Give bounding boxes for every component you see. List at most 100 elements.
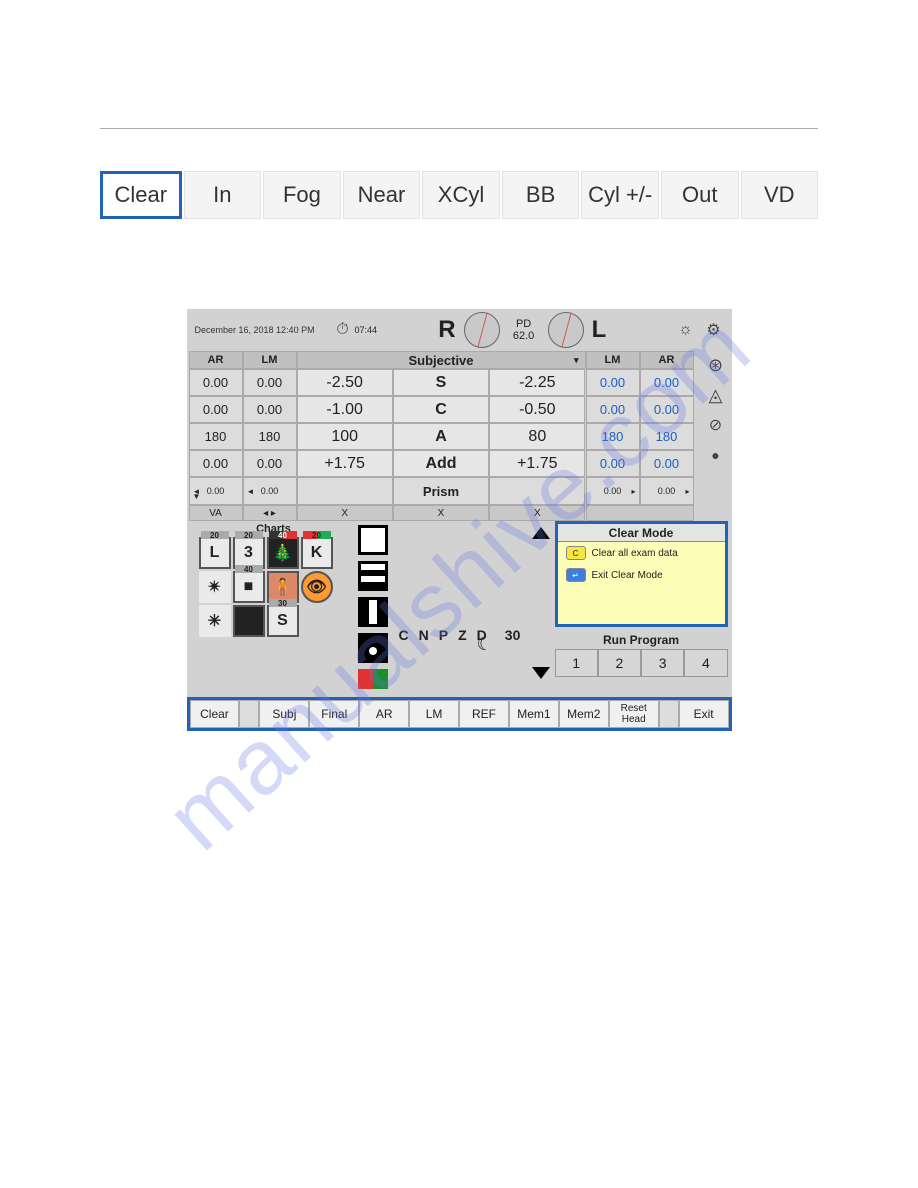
va-x3[interactable]: X [489,505,585,521]
right-prism-1[interactable]: 0.00▸ [586,477,640,505]
bottom-exit[interactable]: Exit [679,700,729,728]
chart-chip-dots2[interactable]: ✳ [199,605,231,637]
right-a-ar[interactable]: 180 [640,423,694,450]
left-add-lm[interactable]: 0.00 [243,450,297,477]
col-header-ar-right[interactable]: AR [640,351,694,369]
target-square[interactable] [358,525,388,555]
moon-icon[interactable]: ☾ [477,634,493,655]
chart-chip-40[interactable]: 40■ [233,571,265,603]
left-a-ar[interactable]: 180 [189,423,243,450]
clock-icon: ⏱ [333,320,353,340]
right-s-lm[interactable]: 0.00 [586,369,640,396]
left-c-ar[interactable]: 0.00 [189,396,243,423]
subj-l-c[interactable]: -0.50 [489,396,585,423]
va-x1[interactable]: X [297,505,393,521]
subj-l-s[interactable]: -2.25 [489,369,585,396]
tab-vd[interactable]: VD [741,171,819,219]
chart-letter-p: P [439,627,448,643]
right-add-ar[interactable]: 0.00 [640,450,694,477]
bottom-mem1[interactable]: Mem1 [509,700,559,728]
bottom-mem2[interactable]: Mem2 [559,700,609,728]
va-control-left[interactable]: ◂ ▸ [243,505,297,521]
tab-clear[interactable]: Clear [100,171,182,219]
subj-label-a: A [393,423,489,450]
subj-l-a[interactable]: 80 [489,423,585,450]
left-a-lm[interactable]: 180 [243,423,297,450]
chart-chip-eyeball[interactable]: 👁 [301,571,333,603]
va-right-empty [586,505,694,521]
divider [100,128,818,129]
chart-size-down[interactable] [532,667,550,679]
subj-label-add: Add [393,450,489,477]
bottom-reset-head[interactable]: Reset Head [609,700,659,728]
right-c-lm[interactable]: 0.00 [586,396,640,423]
chart-chip-tree[interactable]: 40🎄 [267,537,299,569]
subj-l-add[interactable]: +1.75 [489,450,585,477]
tab-out[interactable]: Out [661,171,739,219]
occlude-toggle-icon[interactable]: ◬ [706,385,726,405]
chart-chip-l[interactable]: 20L [199,537,231,569]
clear-mode-opt-clear[interactable]: Clear all exam data [592,548,678,559]
left-add-ar[interactable]: 0.00 [189,450,243,477]
left-s-lm[interactable]: 0.00 [243,369,297,396]
chart-chip-black[interactable] [233,605,265,637]
bottom-lm[interactable]: LM [409,700,459,728]
right-a-lm[interactable]: 180 [586,423,640,450]
tab-bb[interactable]: BB [502,171,580,219]
brightness-icon[interactable]: ☼ [676,320,696,340]
tab-cylplusminus[interactable]: Cyl +/- [581,171,659,219]
tab-near[interactable]: Near [343,171,421,219]
left-c-lm[interactable]: 0.00 [243,396,297,423]
blue-key-icon: ↵ [566,568,586,582]
right-eye-dial[interactable] [462,312,502,348]
run-program-1[interactable]: 1 [555,649,598,677]
run-program-3[interactable]: 3 [641,649,684,677]
col-header-ar-left[interactable]: AR [189,351,243,369]
mid-prism-r[interactable] [489,477,585,505]
bottom-final[interactable]: Final [309,700,359,728]
clear-mode-opt-exit[interactable]: Exit Clear Mode [592,570,663,581]
left-eye-dial[interactable] [546,312,586,348]
chart-chip-dots1[interactable]: ✴ [199,571,231,603]
right-add-lm[interactable]: 0.00 [586,450,640,477]
right-prism-2[interactable]: 0.00▸ [640,477,694,505]
subj-r-c[interactable]: -1.00 [297,396,393,423]
target-hbars[interactable] [358,561,388,591]
target-redgreen[interactable] [358,669,388,689]
bottom-subj[interactable]: Subj [259,700,309,728]
subj-label-c: C [393,396,489,423]
subj-r-add[interactable]: +1.75 [297,450,393,477]
occlude-both-icon[interactable]: ⊛ [706,355,726,375]
tab-xcyl[interactable]: XCyl [422,171,500,219]
pd-label: PD [502,318,546,330]
subj-r-s[interactable]: -2.50 [297,369,393,396]
chart-chip-s[interactable]: 30S [267,605,299,637]
bottom-ar[interactable]: AR [359,700,409,728]
right-s-ar[interactable]: 0.00 [640,369,694,396]
col-header-lm-right[interactable]: LM [586,351,640,369]
no-entry-icon[interactable]: ⊘ [706,415,726,435]
clear-mode-header: Clear Mode [558,524,725,542]
record-icon[interactable]: ● [706,445,726,465]
va-label-left[interactable]: VA [189,505,243,521]
chart-chip-k[interactable]: 20K [301,537,333,569]
target-dot[interactable] [358,633,388,663]
run-program-4[interactable]: 4 [684,649,727,677]
bottom-ref[interactable]: REF [459,700,509,728]
left-s-ar[interactable]: 0.00 [189,369,243,396]
tab-fog[interactable]: Fog [263,171,341,219]
tab-in[interactable]: In [184,171,262,219]
subj-r-a[interactable]: 100 [297,423,393,450]
subjective-header[interactable]: Subjective [408,353,473,368]
va-x2[interactable]: X [393,505,489,521]
right-c-ar[interactable]: 0.00 [640,396,694,423]
gear-icon[interactable]: ⚙ [704,320,724,340]
bottom-clear[interactable]: Clear [190,700,240,728]
chart-size-up[interactable] [532,527,550,539]
target-vbars[interactable] [358,597,388,627]
mid-prism-l[interactable] [297,477,393,505]
run-program-2[interactable]: 2 [598,649,641,677]
col-header-lm-left[interactable]: LM [243,351,297,369]
left-prism-2[interactable]: ◄0.00 [243,477,297,505]
left-prism-1[interactable]: ◄0.00▼ [189,477,243,505]
